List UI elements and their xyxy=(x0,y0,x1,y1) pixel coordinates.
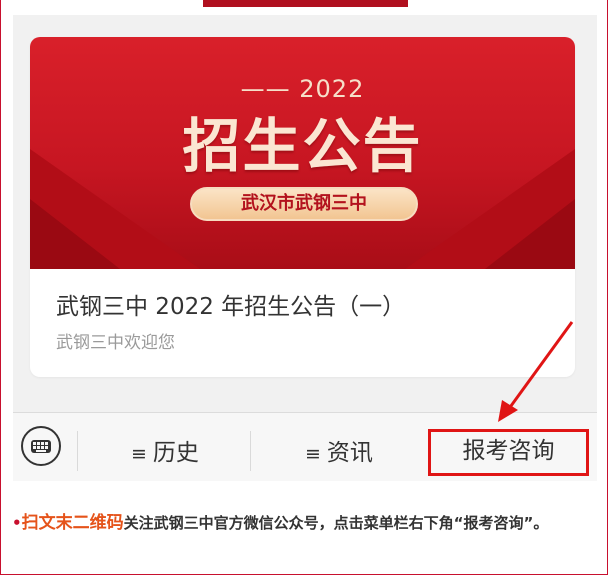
top-accent-bar xyxy=(203,0,408,7)
menu-separator xyxy=(250,431,251,471)
article-subtitle: 武钢三中欢迎您 xyxy=(56,333,175,353)
menu-list-icon: ≡ xyxy=(305,443,321,465)
article-title[interactable]: 武钢三中 2022 年招生公告（一） xyxy=(56,287,405,321)
article-banner-image: —— 2022 招生公告 武汉市武钢三中 xyxy=(30,37,575,269)
menu-separator xyxy=(77,431,78,471)
banner-ribbon-left-dark xyxy=(30,199,120,269)
keyboard-icon xyxy=(31,440,51,453)
menu-item-label: 历史 xyxy=(152,440,199,466)
highlight-box xyxy=(428,429,589,476)
banner-title: 招生公告 xyxy=(182,112,423,180)
banner-school-pill: 武汉市武钢三中 xyxy=(190,187,418,221)
menu-item-news[interactable]: ≡ 资讯 xyxy=(305,433,373,467)
menu-item-label: 资讯 xyxy=(326,440,373,466)
keyboard-toggle-button[interactable] xyxy=(21,426,61,466)
note-text: 关注武钢三中官方微信公众号，点击菜单栏右下角“报考咨询”。 xyxy=(123,514,549,532)
menu-item-history[interactable]: ≡ 历史 xyxy=(131,433,199,467)
instruction-note: •扫文末二维码关注武钢三中官方微信公众号，点击菜单栏右下角“报考咨询”。 xyxy=(12,511,604,536)
note-emphasis: 扫文末二维码 xyxy=(21,513,124,533)
red-arrow-icon xyxy=(498,321,574,422)
note-bullet: • xyxy=(12,514,22,532)
menu-list-icon: ≡ xyxy=(131,443,147,465)
banner-ribbon-right-dark xyxy=(485,199,575,269)
